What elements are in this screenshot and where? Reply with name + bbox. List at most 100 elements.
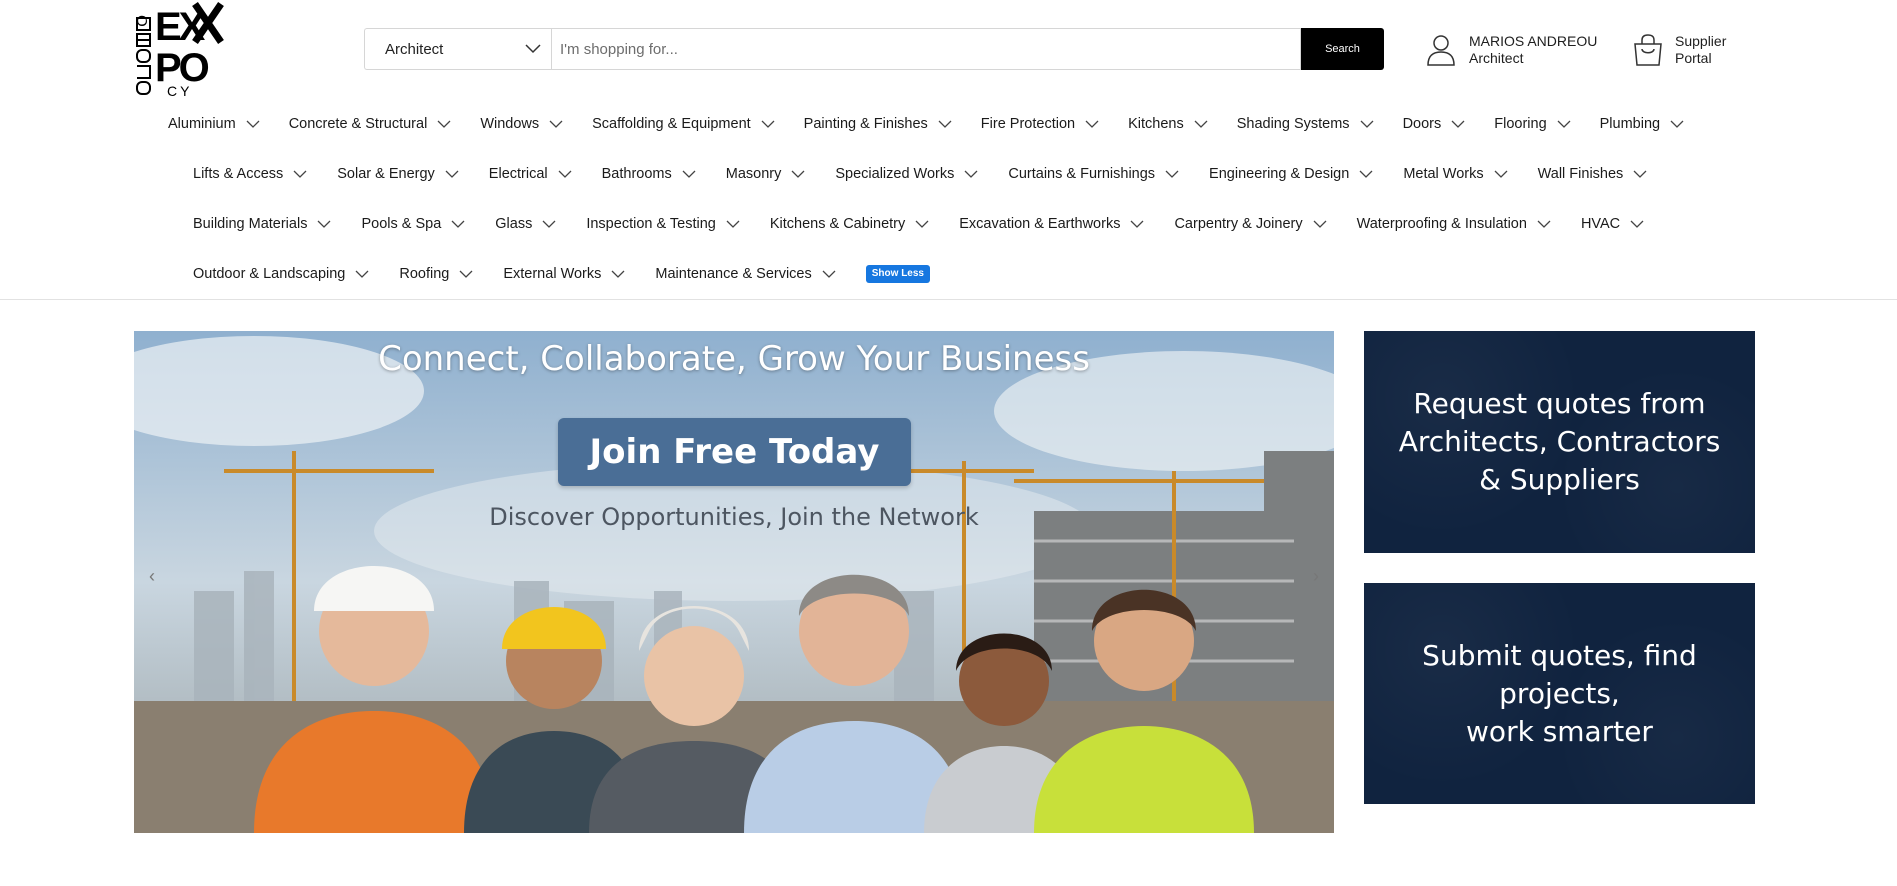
category-curtains-and-furnishings[interactable]: Curtains & Furnishings	[1008, 166, 1179, 182]
chevron-down-icon	[1670, 120, 1684, 128]
account-menu[interactable]: MARIOS ANDREOU Architect	[1427, 28, 1597, 72]
chevron-down-icon	[1494, 170, 1508, 178]
supplier-portal-link[interactable]: Supplier Portal	[1633, 28, 1726, 72]
account-role: Architect	[1469, 50, 1524, 66]
category-label: Roofing	[399, 266, 450, 282]
chevron-down-icon	[549, 120, 563, 128]
category-carpentry-and-joinery[interactable]: Carpentry & Joinery	[1174, 216, 1327, 232]
category-maintenance-and-services[interactable]: Maintenance & Services	[655, 266, 836, 282]
category-label: Scaffolding & Equipment	[592, 116, 751, 132]
category-label: Maintenance & Services	[655, 266, 812, 282]
chevron-down-icon	[437, 120, 451, 128]
category-label: Concrete & Structural	[288, 116, 428, 132]
chevron-down-icon	[558, 170, 572, 178]
category-outdoor-and-landscaping[interactable]: Outdoor & Landscaping	[193, 266, 369, 282]
chevron-down-icon	[761, 120, 775, 128]
category-metal-works[interactable]: Metal Works	[1403, 166, 1508, 182]
category-label: Carpentry & Joinery	[1174, 216, 1303, 232]
chevron-down-icon	[1451, 120, 1465, 128]
category-pools-and-spa[interactable]: Pools & Spa	[361, 216, 465, 232]
join-free-button[interactable]: Join Free Today	[558, 418, 911, 486]
category-bathrooms[interactable]: Bathrooms	[602, 166, 696, 182]
svg-text:CY: CY	[167, 83, 192, 98]
role-select-value: Architect	[385, 40, 444, 58]
chevron-down-icon	[1165, 170, 1179, 178]
category-specialized-works[interactable]: Specialized Works	[835, 166, 978, 182]
category-label: Outdoor & Landscaping	[193, 266, 346, 282]
category-fire-protection[interactable]: Fire Protection	[981, 116, 1099, 132]
category-plumbing[interactable]: Plumbing	[1600, 116, 1684, 132]
shopping-bag-icon	[1634, 34, 1662, 66]
chevron-down-icon	[1633, 170, 1647, 178]
card2-line: work smarter	[1466, 714, 1653, 748]
chevron-down-icon	[791, 170, 805, 178]
hero-subline: Discover Opportunities, Join the Network	[489, 503, 979, 531]
category-wall-finishes[interactable]: Wall Finishes	[1538, 166, 1648, 182]
chevron-down-icon	[1313, 220, 1327, 228]
category-label: Shading Systems	[1236, 116, 1350, 132]
category-external-works[interactable]: External Works	[503, 266, 625, 282]
category-solar-and-energy[interactable]: Solar & Energy	[337, 166, 459, 182]
category-aluminium[interactable]: Aluminium	[168, 116, 260, 132]
category-label: Windows	[480, 116, 540, 132]
user-icon	[1427, 35, 1455, 66]
chevron-down-icon	[459, 270, 473, 278]
category-scaffolding-and-equipment[interactable]: Scaffolding & Equipment	[592, 116, 775, 132]
category-label: Fire Protection	[980, 116, 1076, 132]
chevron-down-icon	[1557, 120, 1571, 128]
hero-carousel[interactable]: Connect, Collaborate, Grow Your Business…	[134, 331, 1334, 833]
category-label: Electrical	[488, 166, 548, 182]
category-label: External Works	[503, 266, 602, 282]
request-quotes-card[interactable]: Request quotes from Architects, Contract…	[1364, 331, 1755, 553]
card1-line: Architects, Contractors	[1398, 425, 1721, 458]
category-label: Curtains & Furnishings	[1008, 166, 1156, 182]
category-label: Lifts & Access	[193, 166, 284, 182]
chevron-down-icon	[1194, 120, 1208, 128]
category-waterproofing-and-insulation[interactable]: Waterproofing & Insulation	[1357, 216, 1551, 232]
category-excavation-and-earthworks[interactable]: Excavation & Earthworks	[959, 216, 1144, 232]
category-label: Pools & Spa	[361, 216, 442, 232]
category-flooring[interactable]: Flooring	[1494, 116, 1571, 132]
category-row-3: Building Materials Pools & Spa Glass Inspec…	[193, 209, 1674, 239]
account-name: MARIOS ANDREOU	[1469, 33, 1598, 49]
category-building-materials[interactable]: Building Materials	[193, 216, 331, 232]
category-electrical[interactable]: Electrical	[489, 166, 572, 182]
category-label: Glass	[495, 216, 533, 232]
show-less-button[interactable]: Show Less	[865, 265, 930, 283]
chevron-down-icon	[1360, 120, 1374, 128]
category-label: Kitchens	[1128, 116, 1184, 132]
category-label: Kitchens & Cabinetry	[769, 216, 906, 232]
card1-line: Request quotes from	[1413, 387, 1706, 420]
chevron-down-icon	[915, 220, 929, 228]
category-windows[interactable]: Windows	[480, 116, 563, 132]
carousel-prev-arrow[interactable]: ‹	[142, 566, 162, 587]
role-select[interactable]: Architect	[364, 28, 551, 70]
category-concrete-and-structural[interactable]: Concrete & Structural	[289, 116, 452, 132]
carousel-next-arrow[interactable]: ›	[1306, 566, 1326, 587]
card2-line: Submit quotes, find projects,	[1422, 638, 1697, 710]
category-kitchens-and-cabinetry[interactable]: Kitchens & Cabinetry	[770, 216, 929, 232]
category-label: Waterproofing & Insulation	[1356, 216, 1527, 232]
search-button[interactable]: Search	[1301, 28, 1384, 70]
category-label: Inspection & Testing	[586, 216, 716, 232]
category-label: Flooring	[1494, 116, 1547, 132]
category-painting-and-finishes[interactable]: Painting & Finishes	[804, 116, 952, 132]
category-row-1: Aluminium Concrete & Structural Windows Sca…	[168, 109, 1713, 139]
category-glass[interactable]: Glass	[495, 216, 556, 232]
submit-quotes-card[interactable]: Submit quotes, find projects, work smart…	[1364, 583, 1755, 804]
category-label: Excavation & Earthworks	[959, 216, 1121, 232]
category-lifts-and-access[interactable]: Lifts & Access	[193, 166, 307, 182]
category-label: Engineering & Design	[1209, 166, 1350, 182]
search-input[interactable]	[551, 28, 1301, 70]
category-masonry[interactable]: Masonry	[726, 166, 806, 182]
category-hvac[interactable]: HVAC	[1581, 216, 1644, 232]
category-doors[interactable]: Doors	[1403, 116, 1466, 132]
category-inspection-and-testing[interactable]: Inspection & Testing	[586, 216, 740, 232]
category-label: Wall Finishes	[1537, 166, 1624, 182]
category-shading-systems[interactable]: Shading Systems	[1237, 116, 1374, 132]
category-kitchens[interactable]: Kitchens	[1128, 116, 1208, 132]
category-roofing[interactable]: Roofing	[399, 266, 473, 282]
logo[interactable]: O EX PO CY	[135, 2, 225, 98]
category-label: Bathrooms	[601, 166, 672, 182]
category-engineering-and-design[interactable]: Engineering & Design	[1209, 166, 1373, 182]
